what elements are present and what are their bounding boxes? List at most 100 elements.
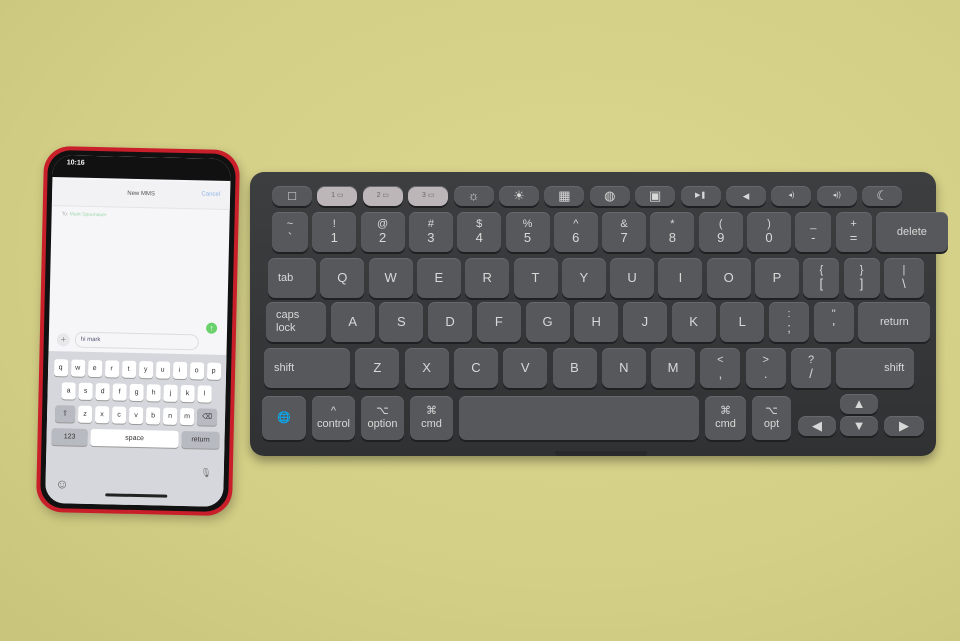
command-key[interactable]: ⌘ cmd [705,396,746,440]
phone-key[interactable]: space [90,428,179,448]
key-E[interactable]: E [416,258,461,298]
phone-key[interactable]: w [70,359,85,377]
phone-key[interactable]: k [180,384,195,403]
phone-key[interactable]: a [61,382,76,400]
phone-key[interactable]: i [172,361,187,380]
function-key[interactable]: ☀ [499,186,539,206]
key-T[interactable]: T [513,258,558,298]
key-J[interactable]: J [622,302,667,342]
function-key[interactable]: □ [272,186,312,206]
function-key[interactable]: ◂) [771,186,812,206]
phone-key[interactable]: t [121,360,136,378]
key-][interactable]: }] [843,258,880,298]
key-/[interactable]: ? / [791,348,831,388]
key-delete[interactable]: delete [875,212,948,252]
function-key[interactable]: ▦ [544,186,585,206]
key-H[interactable]: H [574,302,619,342]
phone-key[interactable]: v [128,406,144,425]
phone-key[interactable]: d [95,383,110,401]
phone-key[interactable]: 123 [51,428,88,446]
phone-key[interactable]: e [87,359,102,378]
key-.[interactable]: >. [745,348,786,388]
message-input[interactable]: hi mark [74,331,199,351]
key-`[interactable]: ~ ` [272,212,308,252]
phone-key[interactable]: n [162,407,178,425]
key-I[interactable]: I [658,258,703,298]
phone-key[interactable]: y [138,361,153,379]
key-4[interactable]: $4 [457,212,502,252]
shift-key[interactable]: ⇧ [54,405,76,423]
key-\[interactable]: | \ [883,258,924,298]
function-key[interactable]: ◂ [726,186,766,206]
key-0[interactable]: ) 0 [747,212,791,252]
key-'[interactable]: " ' [813,302,854,342]
microphone-icon[interactable]: 🎙 [200,467,212,478]
function-key[interactable]: ◍ [589,186,630,206]
key-9[interactable]: (9 [698,212,743,252]
key-F[interactable]: F [476,302,521,342]
key-6[interactable]: ^ 6 [553,212,598,252]
phone-key[interactable]: h [146,384,161,402]
key-U[interactable]: U [610,258,655,298]
phone-key[interactable]: u [155,361,170,379]
key-M[interactable]: M [651,348,696,388]
key-P[interactable]: P [755,258,799,298]
phone-key[interactable]: o [189,362,204,380]
phone-key[interactable]: q [53,359,68,377]
function-key[interactable]: ▶❚ [680,186,721,206]
key-;[interactable]: :; [769,302,809,342]
key-B[interactable]: B [552,348,597,388]
phone-key[interactable]: m [179,407,195,426]
phone-key[interactable]: x [94,406,110,424]
key-7[interactable]: & 7 [602,212,647,252]
key-lock[interactable]: caps lock [266,302,326,342]
control-key[interactable]: ^ control [312,396,355,440]
phone-key[interactable]: s [78,382,93,400]
key-return[interactable]: return [858,302,931,342]
key-D[interactable]: D [428,302,473,342]
phone-key[interactable]: return [181,431,220,449]
key-8[interactable]: * 8 [650,212,695,252]
key-X[interactable]: X [404,348,449,388]
arrow-down-key[interactable]: ▼ [840,416,878,436]
function-key[interactable]: 1 ▭ [317,186,358,206]
key-Z[interactable]: Z [355,348,400,388]
function-key[interactable]: 2 ▭ [362,186,403,206]
key-Y[interactable]: Y [561,258,606,298]
key-3[interactable]: #3 [408,212,453,252]
key-1[interactable]: ! 1 [312,212,357,252]
key-N[interactable]: N [601,348,646,388]
recipient-field[interactable]: To: Mark Spoonauer [62,211,107,218]
phone-key[interactable]: j [163,384,178,402]
function-key[interactable]: ☾ [862,186,903,206]
key-2[interactable]: @2 [360,212,405,252]
key-,[interactable]: <, [700,348,741,388]
phone-key[interactable]: g [129,383,144,402]
key-Q[interactable]: Q [320,258,365,298]
function-key[interactable]: ▣ [635,186,676,206]
key-shift[interactable]: shift [264,348,350,388]
phone-key[interactable]: r [104,360,119,378]
phone-key[interactable]: c [111,406,127,424]
phone-key[interactable]: f [112,383,127,401]
phone-key[interactable]: l [197,385,212,403]
key-W[interactable]: W [368,258,413,298]
key-O[interactable]: O [706,258,751,298]
key-shift[interactable]: shift [836,348,915,388]
key-V[interactable]: V [503,348,548,388]
key-R[interactable]: R [465,258,510,298]
phone-key[interactable]: b [145,407,161,425]
option-key[interactable]: ⌥ option [361,396,404,440]
phone-key[interactable]: p [206,362,221,380]
backspace-key[interactable]: ⌫ [196,408,218,426]
key-tab[interactable]: tab [268,258,316,298]
phone-key[interactable]: z [77,405,93,423]
space-bar[interactable] [459,396,699,440]
emoji-icon[interactable]: ☺ [55,476,69,491]
key-K[interactable]: K [671,302,716,342]
key-C[interactable]: C [453,348,498,388]
send-arrow-icon[interactable]: ↑ [205,322,218,334]
option-key[interactable]: ⌥ opt [752,396,791,440]
function-key[interactable]: ☼ [453,186,494,206]
key-=[interactable]: + = [835,212,872,252]
